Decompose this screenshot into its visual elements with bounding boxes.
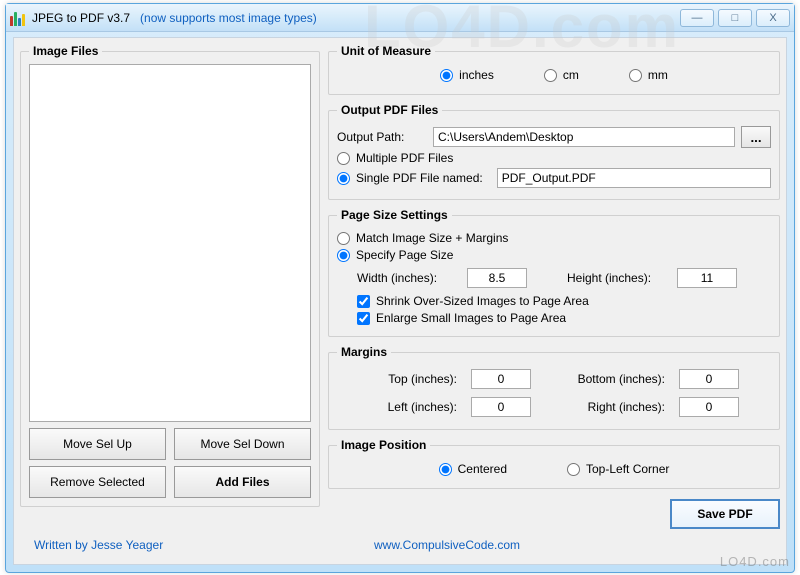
unit-inches-text: inches [459, 68, 494, 82]
image-files-label: Image Files [29, 44, 102, 58]
centered-radio[interactable]: Centered [439, 462, 507, 476]
window-subtitle: (now supports most image types) [140, 11, 317, 25]
left-column: Image Files Move Sel Up Move Sel Down Re… [20, 44, 320, 558]
multiple-pdf-input[interactable] [337, 152, 350, 165]
unit-mm-radio[interactable]: mm [629, 68, 668, 82]
author-text: Written by Jesse Yeager [34, 538, 163, 552]
enlarge-text: Enlarge Small Images to Page Area [376, 311, 566, 325]
margin-bottom-label: Bottom (inches): [555, 372, 665, 386]
shrink-input[interactable] [357, 295, 370, 308]
unit-group: Unit of Measure inches cm mm [328, 44, 780, 95]
enlarge-input[interactable] [357, 312, 370, 325]
move-down-button[interactable]: Move Sel Down [174, 428, 311, 460]
single-pdf-text: Single PDF File named: [356, 171, 483, 185]
image-files-group: Image Files Move Sel Up Move Sel Down Re… [20, 44, 320, 507]
centered-input[interactable] [439, 463, 452, 476]
unit-cm-radio[interactable]: cm [544, 68, 579, 82]
margin-left-input[interactable] [471, 397, 531, 417]
margin-right-input[interactable] [679, 397, 739, 417]
specify-size-input[interactable] [337, 249, 350, 262]
centered-text: Centered [458, 462, 507, 476]
page-size-label: Page Size Settings [337, 208, 452, 222]
window: JPEG to PDF v3.7 (now supports most imag… [5, 3, 795, 573]
specify-size-text: Specify Page Size [356, 248, 453, 262]
right-column: Unit of Measure inches cm mm [328, 44, 780, 558]
page-size-group: Page Size Settings Match Image Size + Ma… [328, 208, 780, 337]
margin-right-label: Right (inches): [555, 400, 665, 414]
unit-cm-text: cm [563, 68, 579, 82]
close-button[interactable]: X [756, 9, 790, 27]
enlarge-check[interactable]: Enlarge Small Images to Page Area [357, 311, 566, 325]
unit-mm-text: mm [648, 68, 668, 82]
minimize-button[interactable]: — [680, 9, 714, 27]
width-input[interactable] [467, 268, 527, 288]
unit-cm-input[interactable] [544, 69, 557, 82]
specify-size-radio[interactable]: Specify Page Size [337, 248, 453, 262]
margins-group: Margins Top (inches): Bottom (inches): L… [328, 345, 780, 430]
topleft-radio[interactable]: Top-Left Corner [567, 462, 669, 476]
position-group: Image Position Centered Top-Left Corner [328, 438, 780, 489]
website-link[interactable]: www.CompulsiveCode.com [374, 538, 520, 552]
height-label: Height (inches): [567, 271, 667, 285]
multiple-pdf-text: Multiple PDF Files [356, 151, 453, 165]
browse-button[interactable]: ... [741, 126, 771, 148]
multiple-pdf-radio[interactable]: Multiple PDF Files [337, 151, 453, 165]
match-size-text: Match Image Size + Margins [356, 231, 508, 245]
client-area: Image Files Move Sel Up Move Sel Down Re… [13, 37, 787, 565]
single-pdf-input[interactable] [337, 172, 350, 185]
window-controls: — □ X [680, 9, 790, 27]
shrink-text: Shrink Over-Sized Images to Page Area [376, 294, 589, 308]
height-input[interactable] [677, 268, 737, 288]
position-label: Image Position [337, 438, 430, 452]
single-pdf-radio[interactable]: Single PDF File named: [337, 171, 483, 185]
single-pdf-name-input[interactable] [497, 168, 771, 188]
app-icon [10, 10, 26, 26]
margin-left-label: Left (inches): [347, 400, 457, 414]
maximize-button[interactable]: □ [718, 9, 752, 27]
margins-label: Margins [337, 345, 391, 359]
shrink-check[interactable]: Shrink Over-Sized Images to Page Area [357, 294, 589, 308]
topleft-text: Top-Left Corner [586, 462, 669, 476]
match-size-input[interactable] [337, 232, 350, 245]
window-title: JPEG to PDF v3.7 [32, 11, 130, 25]
image-files-list[interactable] [29, 64, 311, 422]
move-up-button[interactable]: Move Sel Up [29, 428, 166, 460]
titlebar: JPEG to PDF v3.7 (now supports most imag… [6, 4, 794, 32]
margin-top-label: Top (inches): [347, 372, 457, 386]
unit-inches-input[interactable] [440, 69, 453, 82]
output-path-label: Output Path: [337, 130, 427, 144]
unit-mm-input[interactable] [629, 69, 642, 82]
width-label: Width (inches): [357, 271, 457, 285]
add-files-button[interactable]: Add Files [174, 466, 311, 498]
unit-label: Unit of Measure [337, 44, 435, 58]
margin-bottom-input[interactable] [679, 369, 739, 389]
match-size-radio[interactable]: Match Image Size + Margins [337, 231, 508, 245]
output-label: Output PDF Files [337, 103, 442, 117]
save-pdf-button[interactable]: Save PDF [670, 499, 780, 529]
unit-inches-radio[interactable]: inches [440, 68, 494, 82]
remove-selected-button[interactable]: Remove Selected [29, 466, 166, 498]
topleft-input[interactable] [567, 463, 580, 476]
output-path-input[interactable] [433, 127, 735, 147]
output-group: Output PDF Files Output Path: ... Multip… [328, 103, 780, 200]
margin-top-input[interactable] [471, 369, 531, 389]
